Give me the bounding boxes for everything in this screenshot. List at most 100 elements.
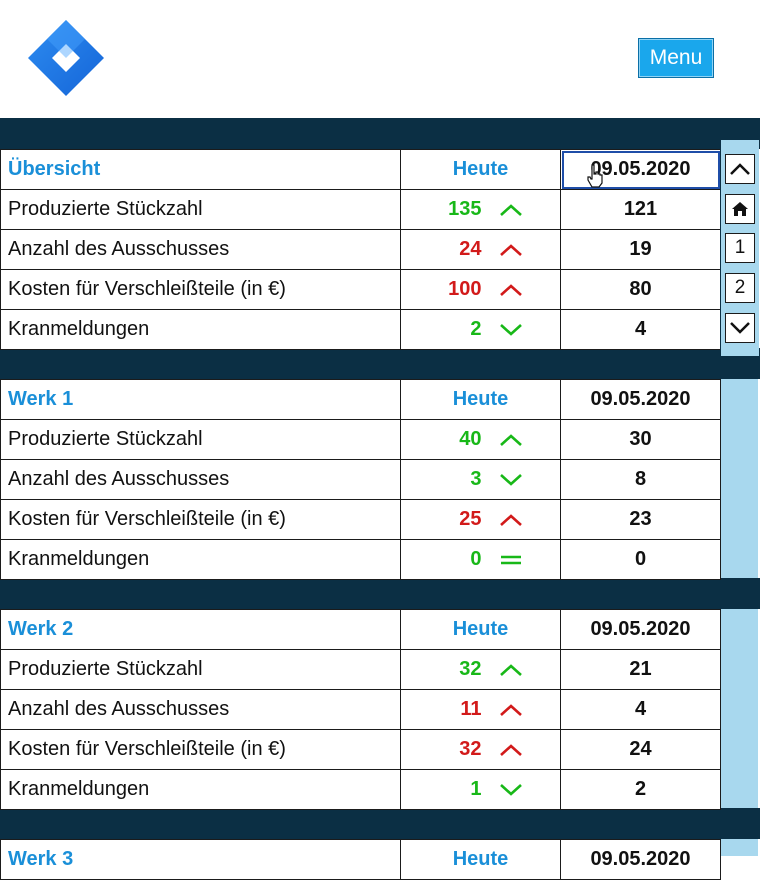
hand-cursor-icon — [587, 164, 603, 188]
today-cell: 1 — [400, 769, 561, 810]
table-header-row: Werk 2 Heute 09.05.2020 — [0, 609, 721, 650]
today-value: 3 — [470, 467, 482, 490]
trend-up-icon — [482, 278, 540, 301]
metric-label: Produzierte Stückzahl — [0, 419, 401, 460]
kpi-table: Werk 1 Heute 09.05.2020 Produzierte Stückza… — [0, 379, 721, 580]
previous-value: 8 — [560, 459, 721, 500]
today-value: 11 — [460, 697, 482, 720]
trend-down-icon — [482, 468, 540, 491]
trend-up-icon — [482, 238, 540, 261]
today-header: Heute — [400, 609, 561, 650]
table-header-row: Werk 3 Heute 09.05.2020 — [0, 839, 721, 880]
section-divider — [0, 808, 760, 839]
comparison-date[interactable]: 09.05.2020 — [560, 149, 721, 190]
metric-label: Produzierte Stückzahl — [0, 649, 401, 690]
side-strip — [720, 379, 758, 578]
app-logo-icon — [28, 20, 104, 96]
table-row: Anzahl des Ausschusses 3 8 — [0, 459, 721, 500]
table-row: Produzierte Stückzahl 40 30 — [0, 419, 721, 460]
table-row: Kranmeldungen 2 4 — [0, 309, 721, 350]
metric-label: Kranmeldungen — [0, 309, 401, 350]
table-row: Kosten für Verschleißteile (in €) 100 80 — [0, 269, 721, 310]
table-row: Kranmeldungen 1 2 — [0, 769, 721, 810]
trend-up-icon — [482, 428, 540, 451]
kpi-table: Werk 2 Heute 09.05.2020 Produzierte Stückza… — [0, 609, 721, 810]
today-value: 25 — [459, 507, 482, 530]
page-1-button[interactable]: 1 — [725, 233, 755, 263]
today-cell: 32 — [400, 649, 561, 690]
comparison-date: 09.05.2020 — [560, 379, 721, 420]
trend-up-icon — [482, 198, 540, 221]
section-divider — [0, 118, 760, 149]
table-row: Kranmeldungen 0 0 — [0, 539, 721, 580]
trend-up-icon — [482, 698, 540, 721]
today-header: Heute — [400, 839, 561, 880]
today-header: Heute — [400, 379, 561, 420]
metric-label: Anzahl des Ausschusses — [0, 229, 401, 270]
today-cell: 11 — [400, 689, 561, 730]
side-strip — [720, 839, 758, 856]
today-header: Heute — [400, 149, 561, 190]
today-value: 100 — [448, 277, 482, 300]
today-value: 32 — [459, 737, 482, 760]
trend-up-icon — [482, 738, 540, 761]
metric-label: Kosten für Verschleißteile (in €) — [0, 499, 401, 540]
table-row: Produzierte Stückzahl 32 21 — [0, 649, 721, 690]
table-row: Produzierte Stückzahl 135 121 — [0, 189, 721, 230]
menu-button[interactable]: Menu — [638, 38, 714, 78]
table-header-row: Übersicht Heute 09.05.2020 — [0, 149, 721, 190]
previous-value: 21 — [560, 649, 721, 690]
previous-value: 80 — [560, 269, 721, 310]
metric-label: Produzierte Stückzahl — [0, 189, 401, 230]
scroll-up-button[interactable] — [725, 154, 755, 184]
metric-label: Kosten für Verschleißteile (in €) — [0, 729, 401, 770]
today-cell: 0 — [400, 539, 561, 580]
today-value: 32 — [459, 657, 482, 680]
chevron-down-icon — [730, 322, 750, 334]
previous-value: 4 — [560, 309, 721, 350]
today-cell: 32 — [400, 729, 561, 770]
previous-value: 4 — [560, 689, 721, 730]
today-cell: 100 — [400, 269, 561, 310]
section-title: Werk 1 — [0, 379, 401, 420]
section-divider — [0, 348, 760, 379]
metric-label: Anzahl des Ausschusses — [0, 459, 401, 500]
table-row: Kosten für Verschleißteile (in €) 25 23 — [0, 499, 721, 540]
previous-value: 23 — [560, 499, 721, 540]
trend-down-icon — [482, 778, 540, 801]
side-strip — [720, 609, 758, 808]
kpi-table: Werk 3 Heute 09.05.2020 — [0, 839, 721, 880]
previous-value: 121 — [560, 189, 721, 230]
page-2-button[interactable]: 2 — [725, 273, 755, 303]
table-row: Anzahl des Ausschusses 11 4 — [0, 689, 721, 730]
page-navigator: 1 2 — [720, 140, 759, 356]
metric-label: Kosten für Verschleißteile (in €) — [0, 269, 401, 310]
scroll-down-button[interactable] — [725, 313, 755, 343]
section-title: Werk 3 — [0, 839, 401, 880]
today-cell: 135 — [400, 189, 561, 230]
chevron-up-icon — [730, 163, 750, 175]
comparison-date: 09.05.2020 — [560, 609, 721, 650]
comparison-date: 09.05.2020 — [560, 839, 721, 880]
app-header: Menu — [0, 0, 760, 118]
home-button[interactable] — [725, 194, 755, 224]
metric-label: Kranmeldungen — [0, 769, 401, 810]
previous-value: 30 — [560, 419, 721, 460]
today-value: 2 — [470, 317, 482, 340]
today-value: 40 — [459, 427, 482, 450]
trend-up-icon — [482, 508, 540, 531]
kpi-table: Übersicht Heute 09.05.2020 Produzierte Stüc… — [0, 149, 721, 350]
metric-label: Anzahl des Ausschusses — [0, 689, 401, 730]
today-value: 0 — [470, 547, 482, 570]
section-title: Übersicht — [0, 149, 401, 190]
today-value: 135 — [448, 197, 482, 220]
previous-value: 2 — [560, 769, 721, 810]
previous-value: 19 — [560, 229, 721, 270]
table-header-row: Werk 1 Heute 09.05.2020 — [0, 379, 721, 420]
table-row: Kosten für Verschleißteile (in €) 32 24 — [0, 729, 721, 770]
previous-value: 0 — [560, 539, 721, 580]
section-title: Werk 2 — [0, 609, 401, 650]
today-cell: 3 — [400, 459, 561, 500]
today-cell: 2 — [400, 309, 561, 350]
today-cell: 24 — [400, 229, 561, 270]
